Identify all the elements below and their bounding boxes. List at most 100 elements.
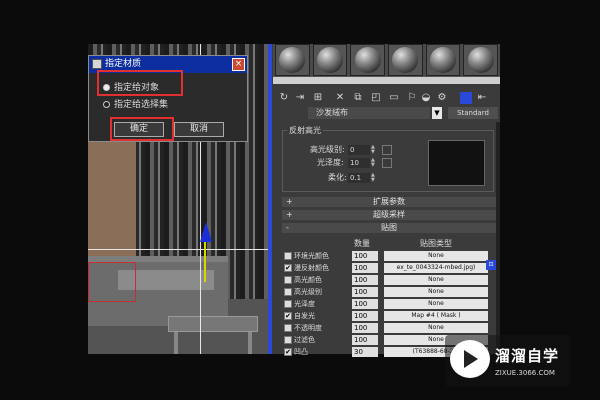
map-slot-button[interactable]: None xyxy=(384,299,488,309)
map-slot-button[interactable]: None xyxy=(384,323,488,333)
map-enabled-checkbox[interactable] xyxy=(284,252,292,260)
specular-level-input[interactable]: 0 xyxy=(348,145,370,155)
material-name-row: 沙发绒布 ▼ Standard xyxy=(278,107,500,121)
material-slot[interactable] xyxy=(463,44,499,76)
map-row: ✔ 自发光 100 Map #4 ( Mask ) xyxy=(284,311,494,321)
material-sphere-icon xyxy=(354,47,381,73)
maps-amount-header: 数量 xyxy=(354,239,370,248)
put-to-library-icon[interactable]: ▭ xyxy=(388,92,400,104)
rollout-extended-params[interactable]: + 扩展参数 xyxy=(282,197,496,207)
assign-material-icon[interactable]: ⊞ xyxy=(312,92,324,104)
map-amount-input[interactable]: 100 xyxy=(352,251,378,261)
transform-gizmo-y-icon[interactable] xyxy=(204,242,206,282)
map-channel-name: 不透明度 xyxy=(294,324,322,332)
map-options-icon[interactable]: ⊡ xyxy=(486,260,496,270)
map-enabled-checkbox[interactable] xyxy=(284,336,292,344)
radio-dot-icon xyxy=(103,101,110,108)
map-row: 不透明度 100 None xyxy=(284,323,494,333)
watermark-url: ZIXUE.3066.COM xyxy=(495,369,555,377)
coffee-table-model[interactable] xyxy=(168,316,258,332)
material-sphere-icon xyxy=(317,47,343,73)
map-slot-button[interactable]: None xyxy=(384,275,488,285)
highlight-ok-button xyxy=(110,117,174,141)
map-amount-input[interactable]: 100 xyxy=(352,335,378,345)
watermark-brand: 溜溜自学 xyxy=(495,347,560,365)
map-amount-input[interactable]: 100 xyxy=(352,275,378,285)
highlight-radio-option xyxy=(97,70,183,96)
map-slot-button[interactable]: None xyxy=(384,251,488,261)
map-amount-input[interactable]: 100 xyxy=(352,299,378,309)
map-enabled-checkbox[interactable]: ✔ xyxy=(284,264,292,272)
cancel-button[interactable]: 取消 xyxy=(174,122,224,137)
material-sphere-icon xyxy=(392,47,419,73)
play-logo-icon xyxy=(450,340,490,378)
specular-highlight-preview xyxy=(428,140,485,186)
rollout-maps[interactable]: - 贴图 xyxy=(282,223,496,233)
map-channel-name: 凹凸 xyxy=(294,348,308,356)
make-unique-icon[interactable]: ◰ xyxy=(370,92,382,104)
app-icon xyxy=(92,59,102,69)
map-slot-button[interactable]: ex_te_0043324-mbed.jpg) xyxy=(384,263,488,273)
map-channel-name: 过滤色 xyxy=(294,336,315,344)
map-enabled-checkbox[interactable]: ✔ xyxy=(284,312,292,320)
map-row: ✔ 漫反射颜色 100 ex_te_0043324-mbed.jpg) xyxy=(284,263,494,273)
material-slot[interactable] xyxy=(388,44,423,76)
map-slot-button[interactable]: None xyxy=(384,287,488,297)
show-map-icon[interactable]: ◒ xyxy=(420,92,432,104)
material-name-field[interactable]: 沙发绒布 xyxy=(308,107,430,119)
map-amount-input[interactable]: 100 xyxy=(352,323,378,333)
map-enabled-checkbox[interactable] xyxy=(284,288,292,296)
specular-level-map-button[interactable] xyxy=(382,145,392,155)
map-enabled-checkbox[interactable] xyxy=(284,276,292,284)
selection-bracket xyxy=(88,262,136,302)
map-channel-name: 高光颜色 xyxy=(294,276,322,284)
material-sphere-icon xyxy=(279,47,306,73)
map-channel-name: 光泽度 xyxy=(294,300,315,308)
spinner-icon[interactable]: ▲ ▼ xyxy=(371,173,376,183)
map-amount-input[interactable]: 30 xyxy=(352,347,378,357)
chevron-down-icon[interactable]: ▼ xyxy=(432,107,442,119)
show-end-result-icon[interactable]: ⚙ xyxy=(436,92,448,104)
table-leg xyxy=(248,332,252,354)
material-slot[interactable] xyxy=(275,44,310,76)
map-row: 光泽度 100 None xyxy=(284,299,494,309)
map-row: 高光颜色 100 None xyxy=(284,275,494,285)
map-slot-button[interactable]: Map #4 ( Mask ) xyxy=(384,311,488,321)
spinner-icon[interactable]: ▲ ▼ xyxy=(371,145,376,155)
specular-level-label: 高光级别: xyxy=(310,145,345,154)
material-type-button[interactable]: Standard xyxy=(448,107,498,119)
map-enabled-checkbox[interactable]: ✔ xyxy=(284,348,292,356)
map-amount-input[interactable]: 100 xyxy=(352,311,378,321)
transform-gizmo-z-icon[interactable] xyxy=(200,222,212,242)
copy-material-icon[interactable]: ⧉ xyxy=(352,92,364,104)
glossiness-input[interactable]: 10 xyxy=(348,158,370,168)
map-amount-input[interactable]: 100 xyxy=(352,287,378,297)
map-row: 环境光颜色 100 None xyxy=(284,251,494,261)
close-icon[interactable]: × xyxy=(232,58,245,71)
map-enabled-checkbox[interactable] xyxy=(284,300,292,308)
soften-input[interactable]: 0.1 xyxy=(348,173,370,183)
crosshair-horizontal xyxy=(88,249,270,250)
map-row: 高光级别 100 None xyxy=(284,287,494,297)
material-slots-scrollbar[interactable] xyxy=(273,76,500,84)
map-amount-input[interactable]: 100 xyxy=(352,263,378,273)
get-material-icon[interactable]: ↻ xyxy=(278,92,290,104)
material-sphere-icon xyxy=(430,47,457,73)
go-to-parent-icon[interactable]: ⇤ xyxy=(476,92,488,104)
material-id-icon[interactable]: ⚐ xyxy=(406,92,418,104)
map-enabled-checkbox[interactable] xyxy=(284,324,292,332)
put-to-scene-icon[interactable]: ⇥ xyxy=(294,92,306,104)
radio-assign-to-selection[interactable]: 指定给选择集 xyxy=(103,99,168,111)
material-slot[interactable] xyxy=(350,44,386,76)
material-slots xyxy=(273,44,500,76)
glossiness-map-button[interactable] xyxy=(382,158,392,168)
material-slot[interactable] xyxy=(312,44,348,76)
panel-scrollbar[interactable] xyxy=(496,122,500,354)
spinner-icon[interactable]: ▲ ▼ xyxy=(371,158,376,168)
map-channel-name: 自发光 xyxy=(294,312,315,320)
material-slot[interactable] xyxy=(425,44,461,76)
rollout-supersampling[interactable]: + 超级采样 xyxy=(282,210,496,220)
show-in-viewport-icon[interactable] xyxy=(460,92,472,104)
screenshot-frame: ↻ ⇥ ⊞ ✕ ⧉ ◰ ▭ ⚐ ◒ ⚙ ⇤ 沙发绒布 ▼ Standard 反射… xyxy=(0,0,600,400)
reset-material-icon[interactable]: ✕ xyxy=(334,92,346,104)
